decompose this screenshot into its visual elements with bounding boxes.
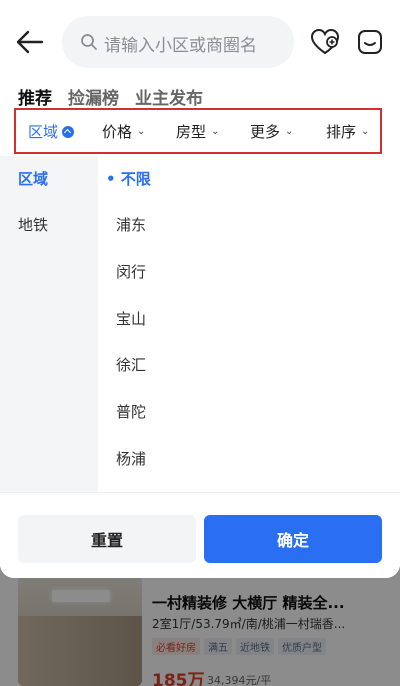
filter-sort[interactable]: 排序 ⌄ — [326, 121, 369, 142]
tab-recommended[interactable]: 推荐 — [18, 84, 52, 109]
message-icon[interactable] — [356, 28, 384, 56]
dim-overlay[interactable] — [0, 560, 400, 686]
top-bar: 请输入小区或商圈名 — [0, 14, 400, 70]
filter-bar: 区域 价格 ⌄ 房型 ⌄ 更多 ⌄ 排序 ⌄ — [14, 108, 382, 154]
chevron-down-icon: ⌄ — [137, 126, 146, 137]
filter-panel: 请输入小区或商圈名 推荐 捡漏榜 业主发布 区域 价格 ⌄ 房型 ⌄ 更多 ⌄ … — [0, 0, 400, 578]
district-option[interactable]: 宝山 — [116, 308, 146, 329]
filter-type-column: 区域 地铁 — [0, 156, 98, 492]
chevron-up-icon — [62, 125, 75, 138]
district-option[interactable]: 闵行 — [116, 261, 146, 282]
reset-button[interactable]: 重置 — [18, 515, 196, 563]
favorite-heart-icon[interactable] — [310, 28, 340, 56]
district-option[interactable]: 浦东 — [116, 214, 146, 235]
tab-owner-posted[interactable]: 业主发布 — [135, 84, 203, 109]
confirm-button[interactable]: 确定 — [204, 515, 382, 563]
category-tabs: 推荐 捡漏榜 业主发布 — [18, 84, 203, 109]
left-item-metro[interactable]: 地铁 — [18, 214, 48, 235]
filter-price-label: 价格 — [102, 123, 133, 141]
filter-sort-label: 排序 — [326, 123, 357, 141]
back-arrow-icon[interactable] — [14, 28, 46, 56]
filter-district-label: 区域 — [28, 123, 59, 141]
search-icon — [81, 34, 97, 50]
filter-district[interactable]: 区域 — [28, 121, 75, 142]
left-item-district[interactable]: 区域 — [18, 168, 48, 189]
chevron-down-icon: ⌄ — [211, 126, 220, 137]
filter-layout[interactable]: 房型 ⌄ — [176, 121, 219, 142]
district-option-any[interactable]: • 不限 — [106, 168, 151, 189]
tab-bargain-list[interactable]: 捡漏榜 — [68, 84, 119, 109]
district-option[interactable]: 普陀 — [116, 401, 146, 422]
filter-layout-label: 房型 — [176, 123, 207, 141]
search-placeholder: 请输入小区或商圈名 — [104, 36, 257, 56]
filter-more[interactable]: 更多 ⌄ — [250, 121, 293, 142]
district-option[interactable]: 杨浦 — [116, 448, 146, 469]
chevron-down-icon: ⌄ — [285, 126, 294, 137]
filter-footer: 重置 确定 — [0, 492, 400, 578]
filter-price[interactable]: 价格 ⌄ — [102, 121, 145, 142]
search-input[interactable]: 请输入小区或商圈名 — [62, 16, 294, 68]
district-option[interactable]: 徐汇 — [116, 354, 146, 375]
filter-more-label: 更多 — [250, 123, 281, 141]
chevron-down-icon: ⌄ — [361, 126, 370, 137]
